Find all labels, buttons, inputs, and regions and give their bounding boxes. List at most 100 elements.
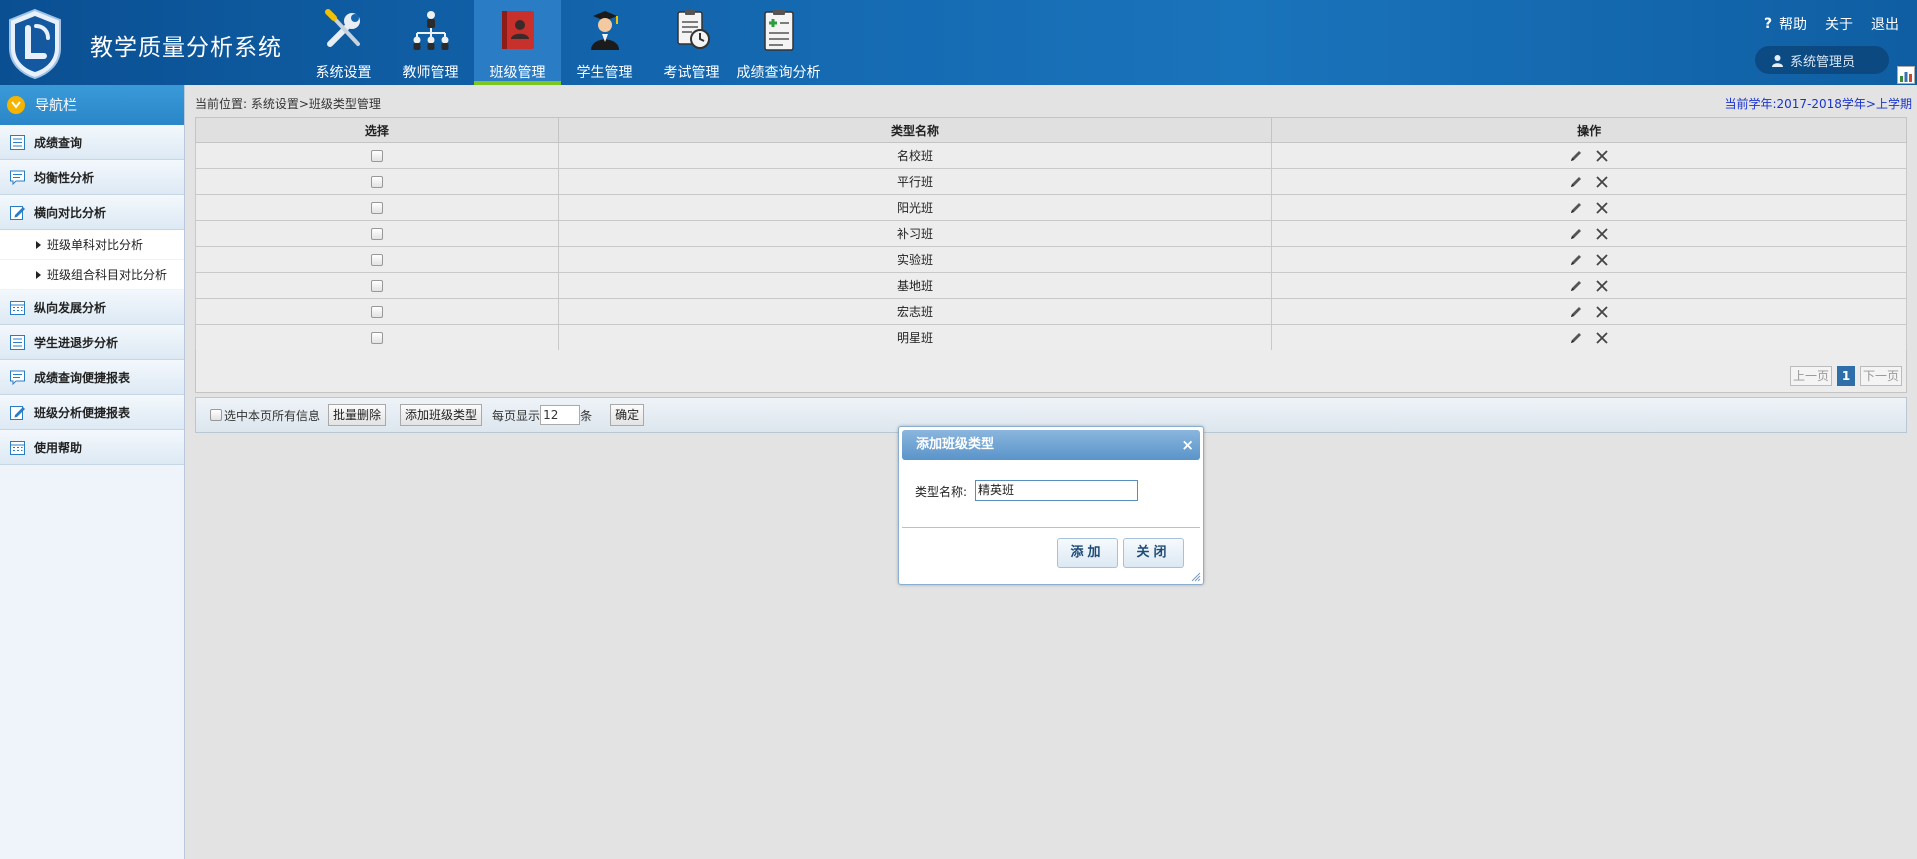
table-row: 实验班 <box>195 246 1907 273</box>
nav-student-management[interactable]: 学生管理 <box>561 0 648 85</box>
user-badge[interactable]: 系统管理员 <box>1755 46 1889 74</box>
user-icon <box>1772 54 1783 67</box>
about-link[interactable]: 关于 <box>1825 14 1853 34</box>
per-page-input[interactable]: 12 <box>540 405 581 425</box>
pencil-icon[interactable] <box>1569 201 1583 215</box>
sidebar-title: 导航栏 <box>35 98 77 114</box>
breadcrumb: 当前位置: 系统设置>班级类型管理 <box>195 97 381 111</box>
delete-x-icon[interactable] <box>1595 331 1609 345</box>
page-1-button[interactable]: 1 <box>1837 366 1855 386</box>
delete-x-icon[interactable] <box>1595 305 1609 319</box>
edit-icon <box>10 405 25 420</box>
caret-right-icon <box>36 240 41 249</box>
add-class-type-button[interactable]: 添加班级类型 <box>400 404 483 426</box>
add-button[interactable]: 添加 <box>1057 538 1118 568</box>
row-checkbox[interactable] <box>370 176 383 188</box>
select-cell <box>195 142 559 169</box>
select-cell <box>195 194 559 221</box>
sidebar-item-label: 班级分析便捷报表 <box>34 405 131 420</box>
type-name-cell: 宏志班 <box>557 298 1273 325</box>
operations-cell <box>1271 168 1907 195</box>
sidebar-subitem-label: 班级单科对比分析 <box>47 238 144 252</box>
nav-score-analysis[interactable]: 成绩查询分析 <box>735 0 822 85</box>
next-page-button[interactable]: 下一页 <box>1860 366 1902 386</box>
row-checkbox[interactable] <box>370 306 383 318</box>
add-class-type-dialog: 添加班级类型 × 类型名称: 精英班 添加 关闭 <box>898 426 1204 585</box>
sidebar-item-score-query[interactable]: 成绩查询 <box>0 125 184 160</box>
type-name-label: 类型名称: <box>915 485 968 499</box>
pencil-icon[interactable] <box>1569 253 1583 267</box>
select-all-checkbox[interactable] <box>210 409 222 421</box>
table-row: 阳光班 <box>195 194 1907 221</box>
pencil-icon[interactable] <box>1569 305 1583 319</box>
operations-cell <box>1271 142 1907 169</box>
help-label: 帮助 <box>1779 17 1807 33</box>
header-operations: 操作 <box>1271 117 1907 143</box>
sidebar-item-score-quick-report[interactable]: 成绩查询便捷报表 <box>0 360 184 395</box>
operations-cell <box>1271 246 1907 273</box>
chart-icon[interactable] <box>1897 66 1915 84</box>
sidebar-item-usage-help[interactable]: 使用帮助 <box>0 430 184 465</box>
sidebar-item-vertical-development[interactable]: 纵向发展分析 <box>0 290 184 325</box>
type-name-cell: 平行班 <box>557 168 1273 195</box>
row-checkbox[interactable] <box>370 228 383 240</box>
delete-x-icon[interactable] <box>1595 279 1609 293</box>
logout-link[interactable]: 退出 <box>1871 14 1899 34</box>
list-icon <box>10 134 25 150</box>
row-checkbox[interactable] <box>370 280 383 292</box>
row-checkbox[interactable] <box>370 150 383 162</box>
wrench-screwdriver-icon <box>325 9 360 47</box>
nav-teacher-management[interactable]: 教师管理 <box>387 0 474 85</box>
user-name: 系统管理员 <box>1790 54 1856 70</box>
delete-x-icon[interactable] <box>1595 149 1609 163</box>
calendar-icon <box>10 440 25 455</box>
type-name-input[interactable]: 精英班 <box>975 480 1138 501</box>
nav-exam-management[interactable]: 考试管理 <box>648 0 735 85</box>
prev-page-button[interactable]: 上一页 <box>1790 366 1832 386</box>
close-icon[interactable]: × <box>1181 430 1194 460</box>
edit-icon <box>10 205 25 220</box>
confirm-button[interactable]: 确定 <box>610 404 645 426</box>
resize-handle-icon[interactable] <box>1191 572 1201 582</box>
batch-delete-button[interactable]: 批量删除 <box>328 404 387 426</box>
pencil-icon[interactable] <box>1569 279 1583 293</box>
row-checkbox[interactable] <box>370 202 383 214</box>
nav-label: 成绩查询分析 <box>736 65 821 81</box>
nav-system-settings[interactable]: 系统设置 <box>300 0 387 85</box>
shield-logo-icon <box>9 8 61 80</box>
dialog-title-bar[interactable]: 添加班级类型 × <box>902 430 1200 460</box>
delete-x-icon[interactable] <box>1595 175 1609 189</box>
operations-cell <box>1271 324 1907 351</box>
help-link[interactable]: ? 帮助 <box>1764 14 1807 34</box>
type-name-cell: 补习班 <box>557 220 1273 247</box>
sidebar-item-balance-analysis[interactable]: 均衡性分析 <box>0 160 184 195</box>
sidebar-item-horizontal-compare[interactable]: 横向对比分析 <box>0 195 184 230</box>
sidebar-subitem-combined-subjects[interactable]: 班级组合科目对比分析 <box>0 260 184 290</box>
type-name-cell: 明星班 <box>557 324 1273 351</box>
sidebar-item-label: 学生进退步分析 <box>34 335 119 350</box>
select-cell <box>195 272 559 299</box>
sidebar-header[interactable]: 导航栏 <box>0 85 184 125</box>
delete-x-icon[interactable] <box>1595 227 1609 241</box>
sidebar-item-label: 成绩查询便捷报表 <box>34 370 131 385</box>
sidebar-subitem-single-subject[interactable]: 班级单科对比分析 <box>0 230 184 260</box>
nav-class-management[interactable]: 班级管理 <box>474 0 561 85</box>
sidebar-item-class-quick-report[interactable]: 班级分析便捷报表 <box>0 395 184 430</box>
header-type-name: 类型名称 <box>557 117 1273 143</box>
pencil-icon[interactable] <box>1569 175 1583 189</box>
per-page-unit: 条 <box>580 408 593 423</box>
class-type-table: 选择 类型名称 操作 名校班 平行班 阳光班 补习班 实验班 基地班 宏志班 明星班 <box>195 117 1907 351</box>
pencil-icon[interactable] <box>1569 331 1583 345</box>
type-name-cell: 基地班 <box>557 272 1273 299</box>
delete-x-icon[interactable] <box>1595 253 1609 267</box>
row-checkbox[interactable] <box>370 254 383 266</box>
row-checkbox[interactable] <box>370 332 383 344</box>
delete-x-icon[interactable] <box>1595 201 1609 215</box>
pencil-icon[interactable] <box>1569 227 1583 241</box>
pencil-icon[interactable] <box>1569 149 1583 163</box>
sidebar-subitem-label: 班级组合科目对比分析 <box>47 268 168 282</box>
close-button[interactable]: 关闭 <box>1123 538 1184 568</box>
select-cell <box>195 220 559 247</box>
sidebar-item-student-progress[interactable]: 学生进退步分析 <box>0 325 184 360</box>
sidebar-item-label: 横向对比分析 <box>34 205 107 220</box>
